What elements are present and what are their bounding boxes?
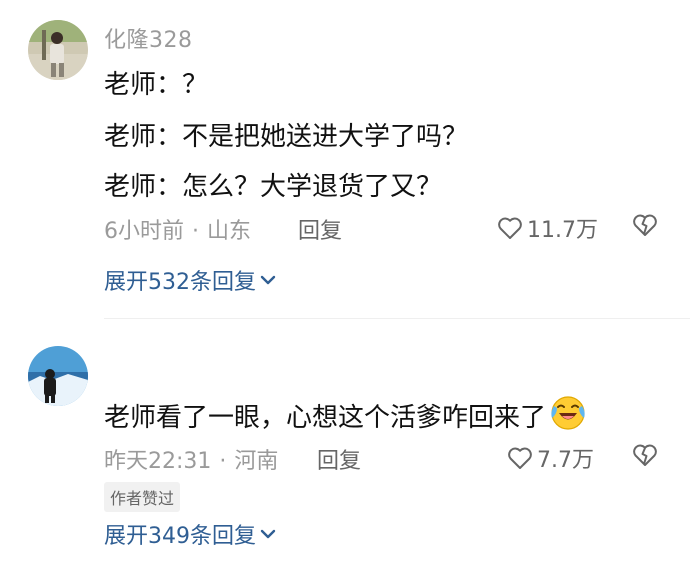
meta-separator: · (219, 449, 227, 474)
reply-button[interactable]: 回复 (317, 443, 361, 475)
comment-text-line: 老师：不是把她送进大学了吗？ (104, 122, 469, 152)
laughing-crying-emoji-icon (548, 392, 588, 439)
comment-meta: 6小时前 · 山东 (104, 213, 251, 245)
comment-meta: 昨天22:31 · 河南 (104, 443, 278, 475)
expand-replies-label: 展开349条回复 (104, 524, 256, 549)
meta-separator: · (192, 219, 199, 244)
comment-item: 化隆328 老师：？ 老师：不是把她送进大学了吗？ 老师：怎么？大学退货了又？ … (0, 0, 690, 319)
heart-outline-icon (508, 447, 532, 469)
person-snow-avatar-icon (28, 346, 88, 406)
dislike-button[interactable] (632, 213, 658, 241)
author-liked-badge: 作者赞过 (104, 482, 181, 512)
divider (104, 318, 690, 319)
avatar[interactable] (28, 20, 88, 80)
avatar[interactable] (28, 346, 88, 406)
comment-location: 河南 (234, 449, 279, 474)
dislike-button[interactable] (632, 443, 658, 471)
broken-heart-icon (633, 444, 657, 466)
like-button[interactable]: 7.7万 (507, 442, 594, 474)
comment-location: 山东 (207, 219, 252, 244)
expand-replies-label: 展开532条回复 (104, 270, 256, 295)
expand-replies-button[interactable]: 展开349条回复 (104, 518, 276, 550)
comment-text-line: 老师：怎么？大学退货了又？ (104, 172, 443, 202)
comment-text-line: 老师看了一眼，心想这个活爹咋回来了 (104, 392, 588, 439)
like-count: 11.7万 (527, 218, 598, 243)
comment-time: 6小时前 (104, 219, 184, 244)
broken-heart-icon (633, 214, 657, 236)
person-outdoor-avatar-icon (28, 20, 88, 80)
chevron-down-icon (260, 529, 276, 539)
like-button[interactable]: 11.7万 (497, 212, 598, 244)
comment-item: 老师看了一眼，心想这个活爹咋回来了 昨天22:31 · 河南 回复 7.7万 作者赞… (0, 322, 690, 565)
comment-text-line: 老师：？ (104, 70, 209, 100)
expand-replies-button[interactable]: 展开532条回复 (104, 264, 276, 296)
comment-time: 昨天22:31 (104, 449, 212, 474)
comment-text: 老师看了一眼，心想这个活爹咋回来了 (104, 403, 547, 433)
reply-button[interactable]: 回复 (298, 213, 342, 245)
heart-outline-icon (498, 217, 522, 239)
chevron-down-icon (260, 275, 276, 285)
username[interactable]: 化隆328 (104, 22, 193, 54)
like-count: 7.7万 (537, 448, 594, 473)
